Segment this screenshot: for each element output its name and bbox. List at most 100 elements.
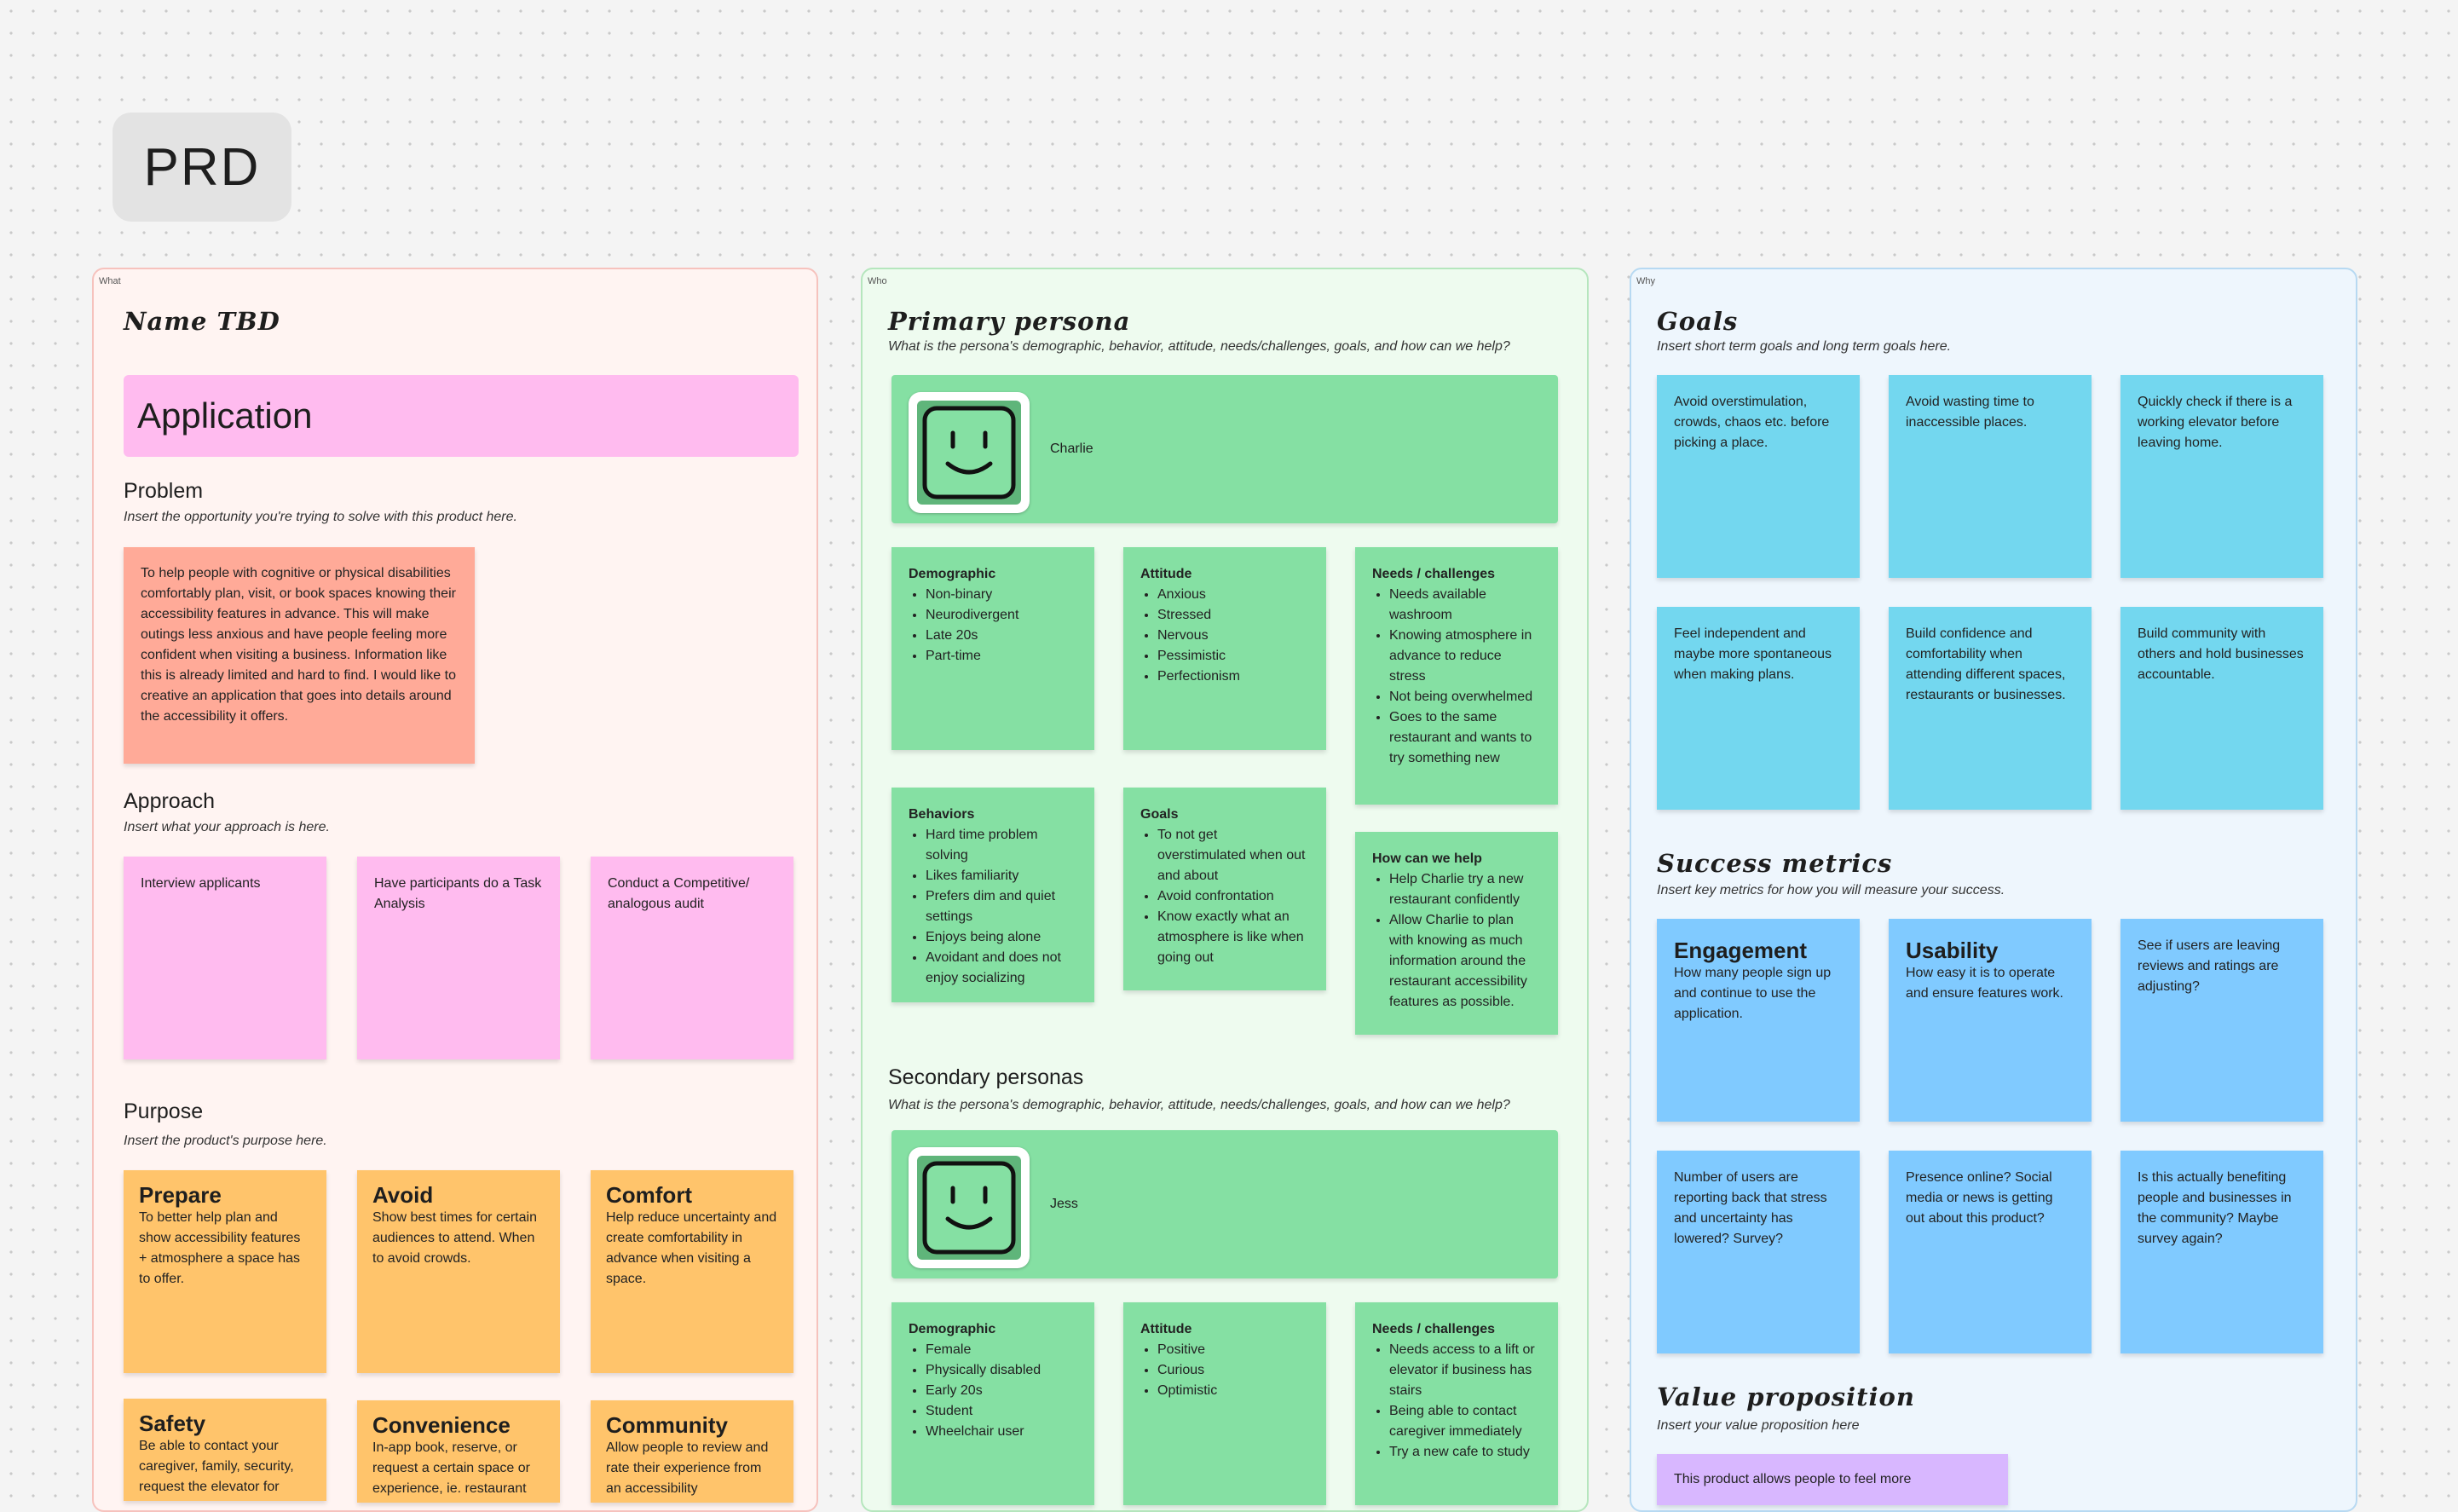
list-item: Positive bbox=[1157, 1340, 1309, 1360]
secondary-personas-heading: Secondary personas bbox=[888, 1065, 1084, 1089]
section-label-why: Why bbox=[1636, 276, 1655, 286]
persona-attitude-note[interactable]: Attitude Positive Curious Optimistic bbox=[1123, 1302, 1326, 1505]
list-item: Not being overwhelmed bbox=[1389, 687, 1541, 707]
purpose-note-body: Help reduce uncertainty and create comfo… bbox=[606, 1210, 777, 1286]
note-title: Needs / challenges bbox=[1372, 1322, 1496, 1336]
approach-sticky-note[interactable]: Have participants do a Task Analysis bbox=[357, 857, 560, 1059]
goal-sticky-note[interactable]: Build community with others and hold bus… bbox=[2120, 607, 2323, 810]
smiley-face-icon bbox=[917, 1156, 1021, 1260]
metric-sticky-note[interactable]: Number of users are reporting back that … bbox=[1657, 1151, 1860, 1353]
list-item: Avoid confrontation bbox=[1157, 886, 1309, 907]
primary-persona-title[interactable]: Primary persona bbox=[888, 307, 1130, 336]
primary-persona-card[interactable]: Charlie bbox=[891, 375, 1558, 523]
list-item: Knowing atmosphere in advance to reduce … bbox=[1389, 626, 1541, 687]
purpose-sticky-note[interactable]: Avoid Show best times for certain audien… bbox=[357, 1170, 560, 1373]
purpose-note-body: To better help plan and show accessibili… bbox=[139, 1210, 301, 1286]
approach-sticky-note[interactable]: Conduct a Competitive/ analogous audit bbox=[591, 857, 793, 1059]
goal-sticky-note[interactable]: Avoid wasting time to inaccessible place… bbox=[1889, 375, 2092, 578]
purpose-note-title: Comfort bbox=[606, 1182, 693, 1208]
note-title: Attitude bbox=[1140, 567, 1192, 581]
goals-instruction: Insert short term goals and long term go… bbox=[1657, 339, 1952, 354]
list-item: Pessimistic bbox=[1157, 646, 1309, 667]
value-proposition-instruction: Insert your value proposition here bbox=[1657, 1418, 1860, 1433]
persona-demographic-note[interactable]: Demographic Non-binary Neurodivergent La… bbox=[891, 547, 1094, 750]
goals-title[interactable]: Goals bbox=[1657, 307, 1738, 336]
purpose-note-body: Show best times for certain audiences to… bbox=[372, 1210, 537, 1266]
list-item: Nervous bbox=[1157, 626, 1309, 646]
metric-note-title: Engagement bbox=[1674, 938, 1808, 963]
product-name-title[interactable]: Name TBD bbox=[124, 307, 280, 336]
purpose-note-body: Be able to contact your caregiver, famil… bbox=[139, 1439, 294, 1494]
problem-instruction: Insert the opportunity you're trying to … bbox=[124, 510, 517, 524]
secondary-persona-card[interactable]: Jess bbox=[891, 1130, 1558, 1278]
purpose-note-title: Safety bbox=[139, 1411, 206, 1436]
list-item: Goes to the same restaurant and wants to… bbox=[1389, 707, 1541, 769]
persona-behaviors-note[interactable]: Behaviors Hard time problem solving Like… bbox=[891, 788, 1094, 1002]
persona-needs-note[interactable]: Needs / challenges Needs available washr… bbox=[1355, 547, 1558, 805]
list-item: Late 20s bbox=[926, 626, 1077, 646]
smiley-face-icon bbox=[917, 401, 1021, 505]
success-metrics-title[interactable]: Success metrics bbox=[1657, 849, 1892, 878]
goal-sticky-note[interactable]: Quickly check if there is a working elev… bbox=[2120, 375, 2323, 578]
purpose-note-title: Convenience bbox=[372, 1412, 511, 1438]
application-banner[interactable]: Application bbox=[124, 375, 799, 457]
persona-name: Jess bbox=[1050, 1197, 1078, 1211]
secondary-persona-instruction: What is the persona's demographic, behav… bbox=[888, 1098, 1510, 1112]
success-metrics-instruction: Insert key metrics for how you will meas… bbox=[1657, 883, 2005, 897]
purpose-sticky-note[interactable]: Prepare To better help plan and show acc… bbox=[124, 1170, 326, 1373]
approach-sticky-note[interactable]: Interview applicants bbox=[124, 857, 326, 1059]
list-item: Needs available washroom bbox=[1389, 585, 1541, 626]
persona-needs-note[interactable]: Needs / challenges Needs access to a lif… bbox=[1355, 1302, 1558, 1505]
purpose-sticky-note[interactable]: Comfort Help reduce uncertainty and crea… bbox=[591, 1170, 793, 1373]
behaviors-list: Hard time problem solving Likes familiar… bbox=[909, 825, 1077, 989]
metric-sticky-note[interactable]: Presence online? Social media or news is… bbox=[1889, 1151, 2092, 1353]
primary-persona-instruction: What is the persona's demographic, behav… bbox=[888, 339, 1510, 354]
note-title: Goals bbox=[1140, 807, 1179, 822]
persona-demographic-note[interactable]: Demographic Female Physically disabled E… bbox=[891, 1302, 1094, 1505]
persona-goals-note[interactable]: Goals To not get overstimulated when out… bbox=[1123, 788, 1326, 990]
list-item: Perfectionism bbox=[1157, 667, 1309, 687]
note-title: Needs / challenges bbox=[1372, 567, 1496, 581]
list-item: Try a new cafe to study bbox=[1389, 1442, 1541, 1463]
persona-attitude-note[interactable]: Attitude Anxious Stressed Nervous Pessim… bbox=[1123, 547, 1326, 750]
metric-note-title: Usability bbox=[1906, 938, 1999, 963]
metric-sticky-note[interactable]: Is this actually benefiting people and b… bbox=[2120, 1151, 2323, 1353]
list-item: Stressed bbox=[1157, 605, 1309, 626]
purpose-sticky-note[interactable]: Community Allow people to review and rat… bbox=[591, 1400, 793, 1503]
goal-sticky-note[interactable]: Build confidence and comfortability when… bbox=[1889, 607, 2092, 810]
persona-help-note[interactable]: How can we help Help Charlie try a new r… bbox=[1355, 832, 1558, 1035]
list-item: Enjoys being alone bbox=[926, 927, 1077, 948]
value-proposition-note[interactable]: This product allows people to feel more bbox=[1657, 1454, 2008, 1505]
purpose-note-body: In-app book, reserve, or request a certa… bbox=[372, 1440, 530, 1496]
purpose-note-body: Allow people to review and rate their ex… bbox=[606, 1440, 769, 1496]
note-title: How can we help bbox=[1372, 851, 1482, 866]
page-title[interactable]: PRD bbox=[113, 113, 291, 222]
goal-sticky-note[interactable]: Feel independent and maybe more spontane… bbox=[1657, 607, 1860, 810]
metric-sticky-note[interactable]: Engagement How many people sign up and c… bbox=[1657, 919, 1860, 1122]
metric-sticky-note[interactable]: Usability How easy it is to operate and … bbox=[1889, 919, 2092, 1122]
metric-sticky-note[interactable]: See if users are leaving reviews and rat… bbox=[2120, 919, 2323, 1122]
list-item: Student bbox=[926, 1401, 1077, 1422]
avatar[interactable] bbox=[909, 392, 1030, 513]
list-item: Avoidant and does not enjoy socializing bbox=[926, 948, 1077, 989]
note-title: Demographic bbox=[909, 1322, 996, 1336]
purpose-note-title: Prepare bbox=[139, 1182, 222, 1208]
metric-note-body: How many people sign up and continue to … bbox=[1674, 966, 1832, 1021]
avatar[interactable] bbox=[909, 1147, 1030, 1268]
purpose-sticky-note[interactable]: Convenience In-app book, reserve, or req… bbox=[357, 1400, 560, 1503]
list-item: Hard time problem solving bbox=[926, 825, 1077, 866]
purpose-heading: Purpose bbox=[124, 1099, 204, 1123]
attitude-list: Positive Curious Optimistic bbox=[1140, 1340, 1309, 1401]
goal-sticky-note[interactable]: Avoid overstimulation, crowds, chaos etc… bbox=[1657, 375, 1860, 578]
needs-list: Needs access to a lift or elevator if bu… bbox=[1372, 1340, 1541, 1463]
purpose-sticky-note[interactable]: Safety Be able to contact your caregiver… bbox=[124, 1399, 326, 1501]
section-label-who: Who bbox=[868, 276, 887, 286]
note-title: Behaviors bbox=[909, 807, 975, 822]
approach-heading: Approach bbox=[124, 789, 216, 813]
demographic-list: Female Physically disabled Early 20s Stu… bbox=[909, 1340, 1077, 1442]
value-proposition-title[interactable]: Value proposition bbox=[1657, 1382, 1915, 1411]
metric-note-body: How easy it is to operate and ensure fea… bbox=[1906, 966, 2063, 1001]
approach-instruction: Insert what your approach is here. bbox=[124, 820, 330, 834]
purpose-instruction: Insert the product's purpose here. bbox=[124, 1134, 327, 1148]
problem-sticky-note[interactable]: To help people with cognitive or physica… bbox=[124, 547, 475, 764]
